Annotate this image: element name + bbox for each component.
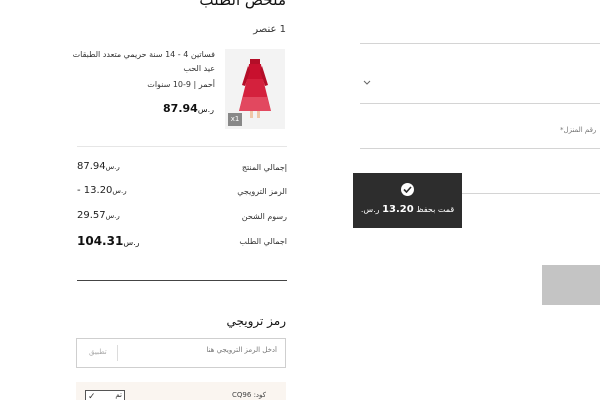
- divider: [77, 280, 287, 281]
- check-icon: ✓: [88, 392, 96, 400]
- apply-promo-button[interactable]: تطبيق: [89, 348, 107, 356]
- divider: [117, 345, 118, 361]
- currency-label: ر.س: [197, 105, 214, 114]
- applied-promo-box: كود: CQ96 ✓ تم: [76, 382, 286, 400]
- shipping-value: 29.57ر.س: [77, 210, 120, 221]
- shipping-amount: 29.57: [77, 210, 106, 221]
- subtotal-amount: 87.94: [77, 161, 106, 172]
- form-field-line: [360, 103, 600, 104]
- total-row-subtotal: إجمالي المنتج 87.94ر.س: [77, 161, 287, 177]
- currency-label: ر.س: [123, 238, 140, 247]
- total-row-shipping: رسوم الشحن 29.57ر.س: [77, 210, 287, 226]
- currency-label: ر.س: [112, 187, 127, 195]
- house-number-field[interactable]: [360, 148, 600, 149]
- promo-code-heading: رمز ترويجي: [226, 314, 286, 328]
- promo-code-box: تطبيق: [76, 338, 286, 368]
- promo-discount-label: الرمز الترويجي: [237, 187, 287, 196]
- subtotal-value: 87.94ر.س: [77, 161, 120, 172]
- divider: [77, 146, 287, 147]
- applied-promo-code: كود: CQ96: [232, 391, 266, 399]
- toast-message: قمت بحفظ 13.20 ر.س.: [353, 204, 462, 215]
- checkout-page: ملخص الطلب 1 عنصر x1 فساتين 4 - 14 سنة ح…: [0, 0, 600, 400]
- grand-total-amount: 104.31: [77, 234, 124, 248]
- items-count: 1 عنصر: [253, 24, 286, 35]
- submit-button[interactable]: [542, 265, 600, 305]
- total-row-grand: اجمالي الطلب 104.31ر.س: [77, 234, 287, 251]
- shipping-label: رسوم الشحن: [241, 212, 287, 221]
- toast-prefix: قمت بحفظ: [416, 205, 455, 214]
- product-variant: أحمر | 9-10 سنوات: [147, 80, 215, 89]
- order-summary-title: ملخص الطلب: [199, 0, 286, 9]
- applied-promo-button[interactable]: ✓ تم: [85, 390, 125, 400]
- applied-button-label: تم: [115, 391, 122, 399]
- product-price-value: 87.94: [163, 102, 198, 115]
- product-image[interactable]: x1: [225, 49, 285, 129]
- chevron-down-icon[interactable]: [363, 80, 371, 86]
- toast-amount: 13.20: [382, 204, 414, 215]
- quantity-badge: x1: [228, 113, 242, 126]
- product-price: 87.94ر.س: [163, 102, 214, 115]
- house-number-label: رقم المنزل*: [560, 126, 597, 134]
- toast-currency: ر.س.: [360, 205, 380, 214]
- promo-discount-value: - 13.20ر.س: [77, 185, 127, 196]
- total-row-promo: الرمز الترويجي - 13.20ر.س: [77, 185, 287, 201]
- red-dress-icon: [239, 59, 271, 118]
- savings-toast: قمت بحفظ 13.20 ر.س.: [353, 173, 462, 228]
- currency-label: ر.س: [105, 163, 120, 171]
- grand-total-value: 104.31ر.س: [77, 234, 139, 248]
- subtotal-label: إجمالي المنتج: [241, 163, 287, 172]
- product-name[interactable]: فساتين 4 - 14 سنة حريمي متعدد الطبقات عي…: [65, 48, 215, 76]
- promo-code-input[interactable]: [117, 346, 277, 354]
- form-field-line: [360, 43, 600, 44]
- check-circle-icon: [401, 183, 414, 196]
- grand-total-label: اجمالي الطلب: [239, 237, 287, 246]
- currency-label: ر.س: [105, 212, 120, 220]
- promo-discount-amount: - 13.20: [77, 185, 113, 196]
